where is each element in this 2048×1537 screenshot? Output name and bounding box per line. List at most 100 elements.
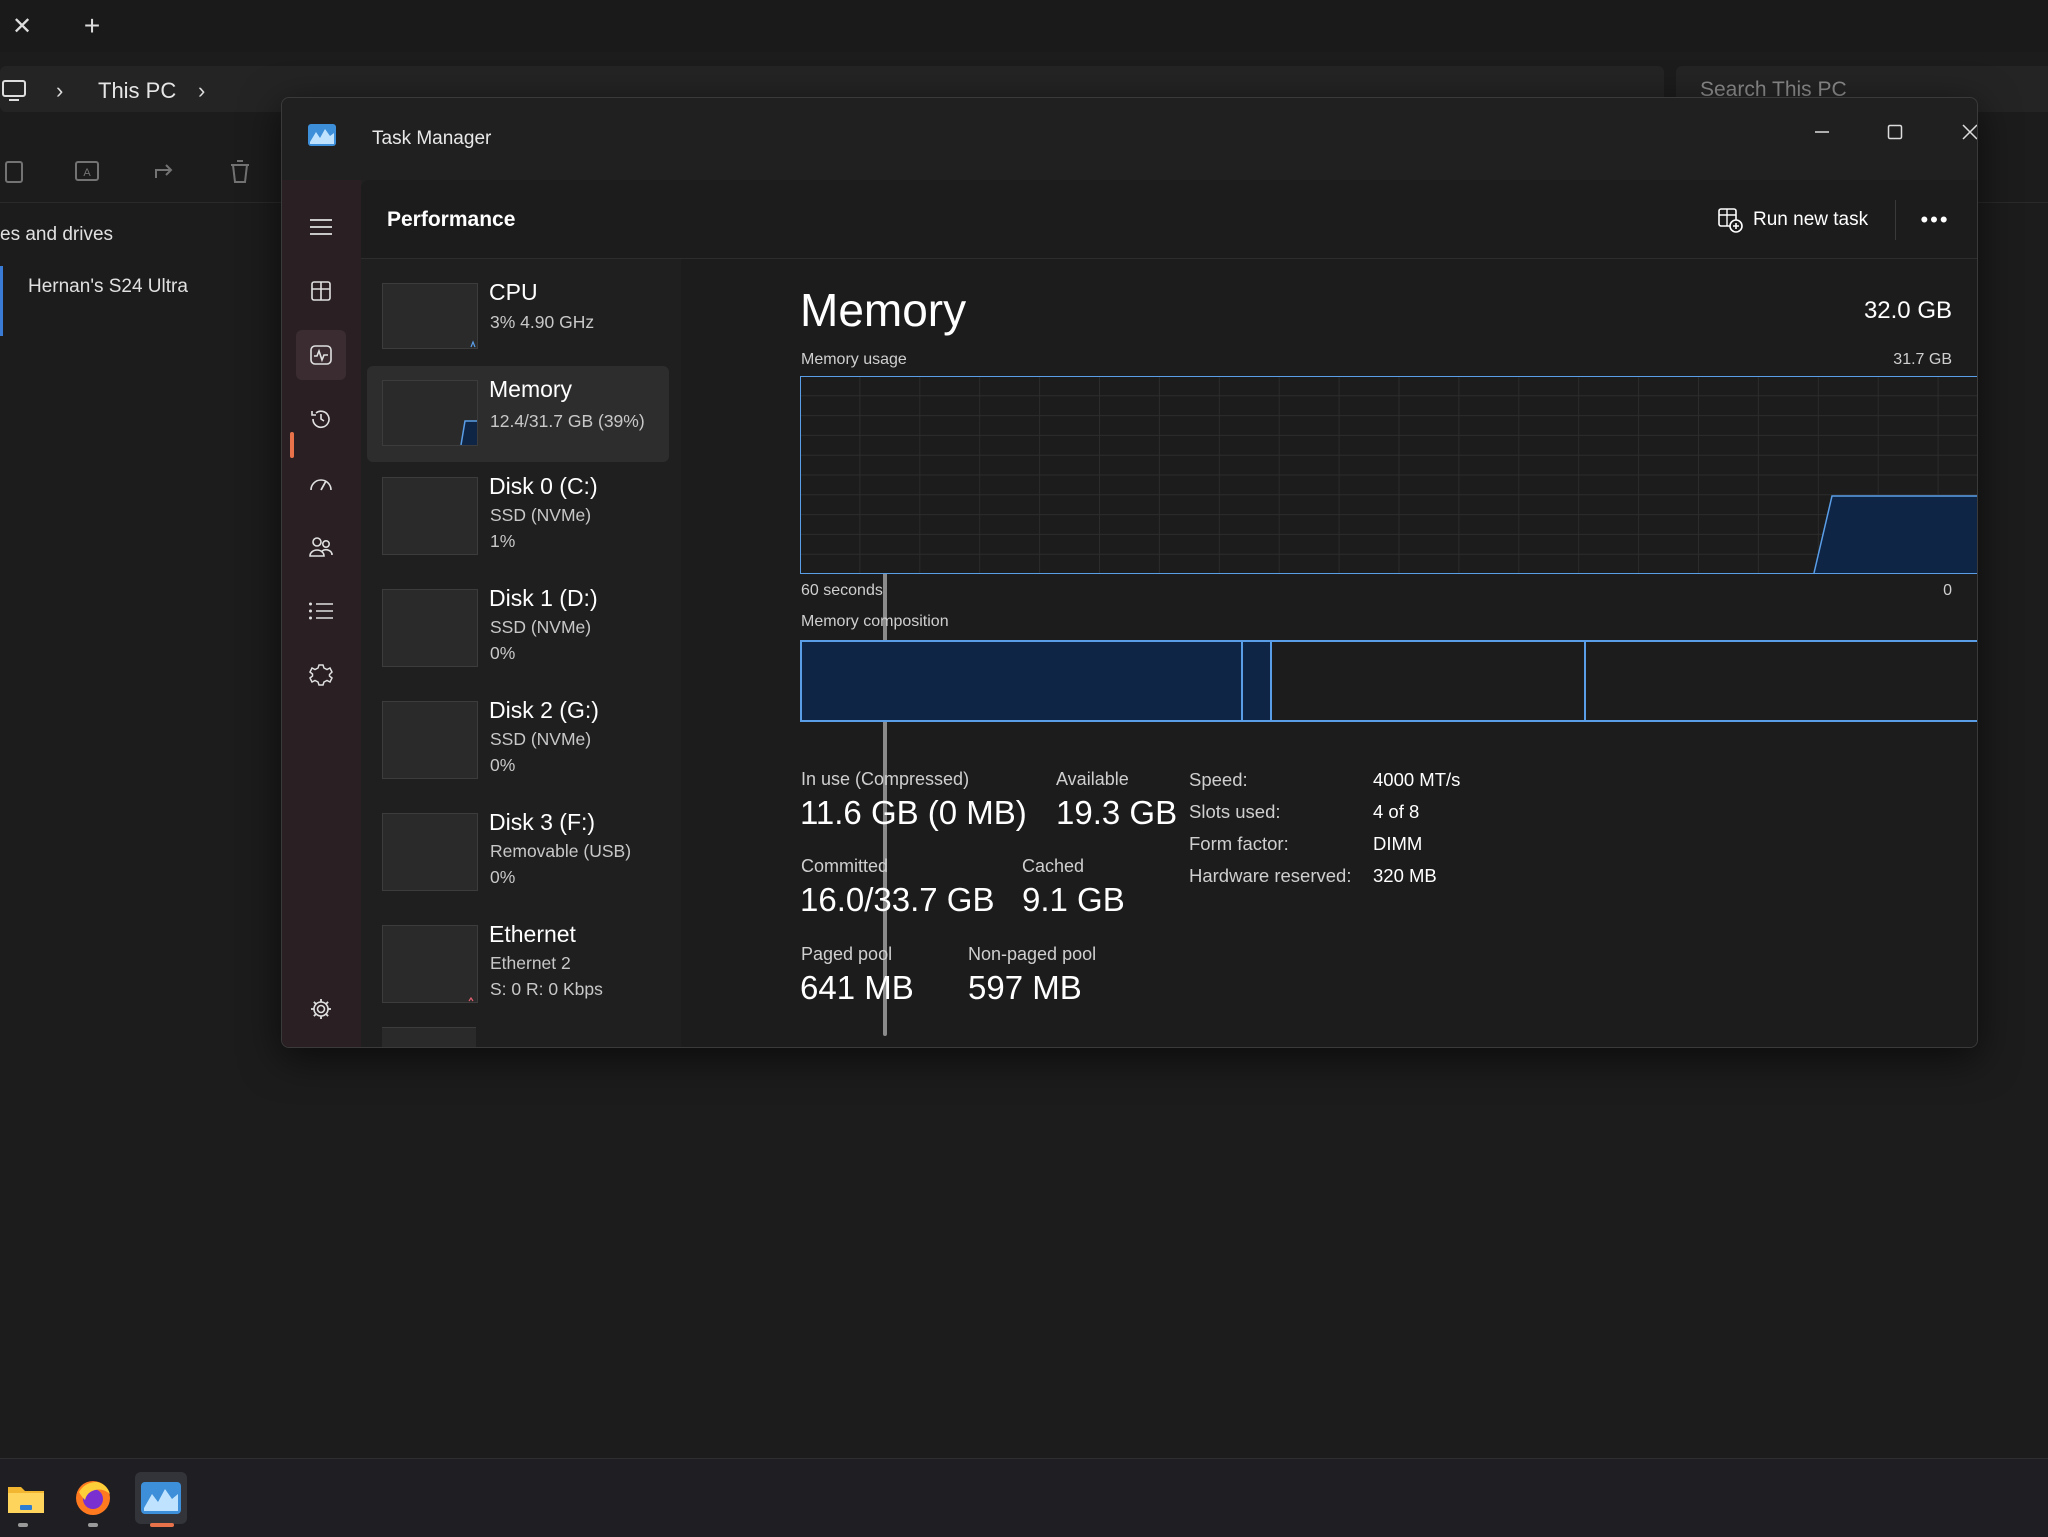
device-item-cpu[interactable]: CPU 3% 4.90 GHz	[367, 269, 669, 365]
device-item-disk2[interactable]: Disk 2 (G:) SSD (NVMe) 0%	[367, 687, 669, 783]
paged-pool-label: Paged pool	[801, 944, 893, 964]
spec-slots-value: 4 of 8	[1373, 801, 1420, 822]
processes-icon[interactable]	[296, 266, 346, 316]
details-list-icon[interactable]	[296, 586, 346, 636]
chevron-right-icon[interactable]: ›	[198, 78, 205, 104]
disk2-thumbnail-graph	[382, 701, 478, 779]
paged-pool-value: 641 MB	[800, 969, 914, 1006]
in-use-value: 11.6 GB (0 MB)	[800, 794, 1027, 831]
spec-hw-reserved-value: 320 MB	[1373, 865, 1437, 886]
non-paged-pool-label: Non-paged pool	[968, 944, 1097, 964]
header-separator	[1895, 200, 1896, 240]
device-detail: 3% 4.90 GHz	[490, 312, 595, 332]
device-item-disk0[interactable]: Disk 0 (C:) SSD (NVMe) 1%	[367, 463, 669, 559]
graph-time-start: 60 seconds	[801, 582, 883, 599]
services-icon[interactable]	[296, 650, 346, 700]
available-value: 19.3 GB	[1056, 794, 1178, 831]
paste-icon[interactable]	[0, 156, 30, 186]
device-detail: Removable (USB)	[490, 841, 632, 861]
running-indicator	[88, 1523, 98, 1527]
committed-value: 16.0/33.7 GB	[800, 881, 995, 918]
ethernet-thumbnail-graph	[382, 925, 478, 1003]
device-name: Memory	[489, 376, 573, 402]
maximize-button[interactable]	[1865, 110, 1925, 154]
spec-hw-reserved-label: Hardware reserved:	[1189, 865, 1352, 886]
device-item-partial	[382, 1027, 476, 1047]
device-detail: SSD (NVMe)	[490, 729, 592, 749]
memory-detail-pane: Memory 32.0 GB Memory usage 31.7 GB 60 s…	[777, 259, 1977, 1047]
run-new-task-label: Run new task	[1753, 209, 1869, 230]
minimize-icon	[1815, 131, 1829, 133]
memory-usage-max: 31.7 GB	[1893, 351, 1952, 368]
device-item-disk3[interactable]: Disk 3 (F:) Removable (USB) 0%	[367, 799, 669, 895]
close-icon	[1962, 124, 1977, 140]
device-throughput: S: 0 R: 0 Kbps	[490, 979, 603, 999]
run-new-task-button[interactable]: Run new task	[1717, 202, 1868, 238]
svg-text:A: A	[83, 167, 91, 179]
more-options-button[interactable]: •••	[1909, 198, 1961, 242]
share-icon[interactable]	[150, 156, 180, 186]
device-name: Disk 0 (C:)	[489, 473, 598, 499]
device-list: CPU 3% 4.90 GHz Memory 12.4/31.7 GB (39%…	[361, 259, 681, 1047]
device-item-disk1[interactable]: Disk 1 (D:) SSD (NVMe) 0%	[367, 575, 669, 671]
composition-in-use	[802, 642, 1242, 720]
device-detail: Ethernet 2	[490, 953, 571, 973]
disk1-thumbnail-graph	[382, 589, 478, 667]
close-button[interactable]	[1940, 110, 1977, 154]
breadcrumb-this-pc[interactable]: This PC	[98, 78, 176, 104]
device-detail: 12.4/31.7 GB (39%)	[490, 411, 645, 431]
hamburger-menu-icon[interactable]	[296, 202, 346, 252]
performance-icon[interactable]	[296, 330, 346, 380]
file-explorer-taskbar-icon[interactable]	[0, 1472, 52, 1524]
users-icon[interactable]	[296, 522, 346, 572]
explorer-tab-bar	[0, 0, 2048, 52]
memory-usage-label: Memory usage	[801, 351, 907, 368]
task-manager-window: Task Manager Performance Run new task ••…	[281, 97, 1978, 1048]
available-label: Available	[1056, 769, 1129, 789]
rename-icon[interactable]: A	[72, 156, 102, 186]
memory-composition-bar	[800, 640, 1977, 722]
page-title: Performance	[387, 208, 516, 231]
device-name: Disk 3 (F:)	[489, 809, 596, 835]
non-paged-pool-value: 597 MB	[968, 969, 1082, 1006]
spec-form-factor-label: Form factor:	[1189, 833, 1289, 854]
window-title: Task Manager	[372, 128, 492, 149]
active-app-indicator	[150, 1523, 174, 1527]
device-name: Disk 2 (G:)	[489, 697, 599, 723]
device-item-ethernet[interactable]: Ethernet Ethernet 2 S: 0 R: 0 Kbps	[367, 911, 669, 1007]
close-tab-icon[interactable]: ✕	[6, 10, 38, 42]
device-name: CPU	[489, 279, 538, 305]
run-new-task-icon	[1718, 208, 1743, 233]
taskbar	[0, 1458, 2048, 1537]
disk0-thumbnail-graph	[382, 477, 478, 555]
device-usage: 0%	[490, 755, 516, 775]
maximize-icon	[1887, 124, 1903, 140]
nav-item-phone[interactable]: Hernan's S24 Ultra	[28, 276, 188, 298]
memory-composition-label: Memory composition	[801, 613, 949, 630]
title-bar[interactable]	[282, 98, 1977, 180]
app-history-icon[interactable]	[296, 394, 346, 444]
memory-usage-graph	[800, 376, 1977, 574]
task-manager-taskbar-icon[interactable]	[135, 1472, 187, 1524]
device-name: Disk 1 (D:)	[489, 585, 598, 611]
committed-label: Committed	[801, 856, 889, 876]
device-item-memory[interactable]: Memory 12.4/31.7 GB (39%)	[367, 366, 669, 462]
cpu-thumbnail-graph	[382, 283, 478, 349]
spec-slots-label: Slots used:	[1189, 801, 1281, 822]
minimize-button[interactable]	[1792, 110, 1852, 154]
chevron-right-icon[interactable]: ›	[56, 78, 63, 104]
nav-selection-indicator	[0, 266, 3, 336]
spec-speed-value: 4000 MT/s	[1373, 769, 1461, 790]
task-manager-logo-icon	[308, 124, 336, 151]
spec-speed-label: Speed:	[1189, 769, 1248, 790]
delete-icon[interactable]	[225, 156, 255, 186]
settings-gear-icon[interactable]	[296, 984, 346, 1034]
nav-heading-devices-drives[interactable]: es and drives	[0, 224, 113, 246]
new-tab-icon[interactable]: +	[76, 10, 108, 42]
startup-apps-icon[interactable]	[296, 458, 346, 508]
device-usage: 0%	[490, 867, 516, 887]
memory-thumbnail-graph	[382, 380, 478, 446]
running-indicator	[18, 1523, 28, 1527]
active-page-indicator	[290, 432, 294, 458]
firefox-taskbar-icon[interactable]	[67, 1472, 119, 1524]
